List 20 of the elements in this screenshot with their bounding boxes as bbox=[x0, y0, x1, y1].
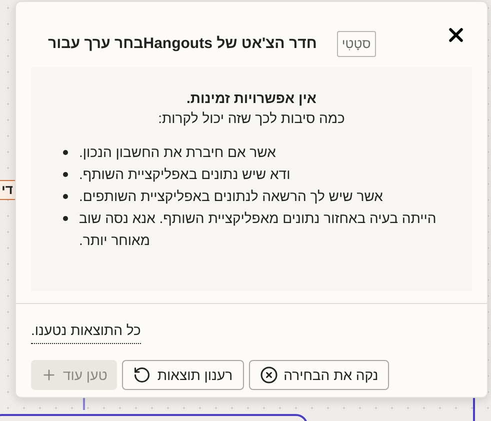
bullet-icon bbox=[63, 150, 68, 155]
dialog-title: בחר ערך עבורHangouts חדר הצ'אט של bbox=[48, 34, 317, 54]
empty-heading: אין אפשרויות זמינות. bbox=[186, 89, 316, 108]
reason-text: אשר אם חיברת את החשבון הנכון. bbox=[79, 143, 277, 162]
plus-icon bbox=[41, 367, 57, 383]
refresh-button[interactable]: רענון תוצאות bbox=[122, 360, 244, 390]
empty-subheading: כמה סיבות לכך שזה יכול לקרות: bbox=[158, 109, 345, 128]
refresh-icon bbox=[133, 366, 152, 384]
static-tag: סטָטִי bbox=[336, 31, 376, 57]
bullet-icon bbox=[63, 172, 68, 177]
clear-selection-button[interactable]: נקה את הבחירה bbox=[248, 360, 390, 390]
clear-icon bbox=[260, 366, 278, 384]
reason-text: אשר שיש לך הרשאה לנתונים באפליקציית השותפים. bbox=[79, 187, 384, 206]
bullet-icon bbox=[63, 194, 68, 199]
reason-text: הייתה בעיה באחזור נתונים מאפליקציית השותף. אנא נסה שוב מאוחר יותר. bbox=[79, 209, 438, 250]
bullet-icon bbox=[63, 216, 68, 221]
connector-line bbox=[83, 398, 85, 410]
reason-text: ודא שיש נתונים באפליקציית השותף. bbox=[79, 165, 292, 184]
status-text: כל התוצאות נטענו. bbox=[31, 320, 141, 344]
card-text: די bbox=[2, 181, 13, 200]
